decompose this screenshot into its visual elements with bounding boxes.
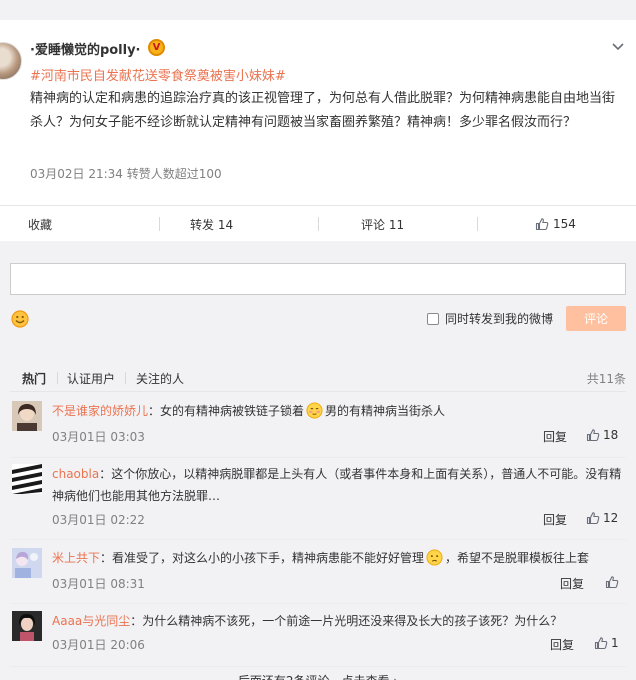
shy-emoji-icon xyxy=(306,402,323,419)
thumbs-up-icon xyxy=(535,218,549,231)
comment-time: 03月01日 02:22 xyxy=(52,513,145,527)
emoji-picker-icon[interactable] xyxy=(11,310,29,328)
post-action-bar: 收藏 转发 14 评论 11 154 xyxy=(0,205,636,241)
commenter-name[interactable]: Aaaa与光同尘 xyxy=(52,614,130,628)
tab-hot[interactable]: 热门 xyxy=(22,370,46,387)
comment-like-button[interactable]: 1 xyxy=(594,636,619,650)
divider xyxy=(477,217,478,231)
comment-text: 米上共下：看准受了，对这么小的小孩下手，精神病患能不能好好管理 ，希望不是脱罪模板… xyxy=(52,549,590,566)
like-button[interactable]: 154 xyxy=(535,206,576,242)
tab-verified-users[interactable]: 认证用户 xyxy=(67,370,115,387)
reply-button[interactable]: 回复 xyxy=(550,636,574,653)
comment-item: 不是谁家的娇娇儿：女的有精神病被铁链子锁着 男的有精神病当街杀人 03月01日 0… xyxy=(10,401,626,458)
comment-button[interactable]: 评论 11 xyxy=(361,206,404,242)
favorite-button[interactable]: 收藏 xyxy=(28,206,52,242)
submit-comment-button[interactable]: 评论 xyxy=(566,306,626,331)
comment-item: 米上共下：看准受了，对这么小的小孩下手，精神病患能不能好好管理 ，希望不是脱罪模板… xyxy=(10,548,626,604)
commenter-avatar[interactable] xyxy=(12,464,42,494)
comment-text: Aaaa与光同尘：为什么精神病不该死，一个前途一片光明还没来得及长大的孩子该死？… xyxy=(52,614,563,628)
commenter-name[interactable]: 米上共下 xyxy=(52,551,100,565)
comment-like-button[interactable]: 12 xyxy=(586,511,618,525)
worried-emoji-icon xyxy=(426,549,443,566)
comment-textarea[interactable] xyxy=(10,263,626,295)
thumbs-up-icon xyxy=(594,637,608,650)
tab-following[interactable]: 关注的人 xyxy=(136,370,184,387)
comment-text: chaobla：这个你放心，以精神病脱罪都是上头有人（或者事件本身和上面有关系）… xyxy=(52,467,622,503)
comment-total: 共11条 xyxy=(586,372,626,386)
commenter-name[interactable]: chaobla xyxy=(52,467,99,481)
thumbs-up-icon xyxy=(586,512,600,525)
thumbs-up-icon xyxy=(605,576,619,589)
commenter-avatar[interactable] xyxy=(12,548,42,578)
reply-button[interactable]: 回复 xyxy=(560,575,584,592)
comment-item: Aaaa与光同尘：为什么精神病不该死，一个前途一片光明还没来得及长大的孩子该死？… xyxy=(10,611,626,667)
thumbs-up-icon xyxy=(586,429,600,442)
comment-section: 热门 认证用户 关注的人 共11条 不是谁家的娇娇儿：女的有精神病被铁链子锁着男… xyxy=(0,356,636,680)
reply-button[interactable]: 回复 xyxy=(543,511,567,528)
post-topic-link[interactable]: #河南市民自发献花送零食祭奠被害小妹妹# xyxy=(30,65,286,84)
comment-like-button[interactable]: 18 xyxy=(586,428,618,442)
comment-time: 03月01日 03:03 xyxy=(52,430,145,444)
comment-tabs: 热门 认证用户 关注的人 共11条 xyxy=(10,364,626,392)
post-username[interactable]: ·爱睡懒觉的polly· xyxy=(30,39,141,58)
commenter-avatar[interactable] xyxy=(12,401,42,431)
comment-like-button[interactable] xyxy=(605,575,619,589)
comment-time: 03月01日 08:31 xyxy=(52,577,145,591)
commenter-name[interactable]: 不是谁家的娇娇儿 xyxy=(52,404,148,418)
comment-compose: 同时转发到我的微博 评论 xyxy=(0,246,636,356)
post-card: ·爱睡懒觉的polly· V #河南市民自发献花送零食祭奠被害小妹妹# 精神病的… xyxy=(0,20,636,241)
divider xyxy=(57,372,58,384)
forward-label: 同时转发到我的微博 xyxy=(445,312,554,326)
commenter-avatar[interactable] xyxy=(12,611,42,641)
comment-like-count: 18 xyxy=(603,428,619,442)
divider xyxy=(159,217,160,231)
divider xyxy=(318,217,319,231)
forward-option[interactable]: 同时转发到我的微博 xyxy=(427,310,553,327)
post-text: 精神病的认定和病患的追踪治疗真的该正视管理了，为何总有人借此脱罪？为何精神病患能… xyxy=(30,91,616,130)
post-meta[interactable]: 03月02日 21:34 转赞人数超过100 xyxy=(30,165,222,182)
more-comments-link[interactable]: 后面还有2条评论，点击查看 › xyxy=(0,672,636,680)
comment-text: 不是谁家的娇娇儿：女的有精神病被铁链子锁着 男的有精神病当街杀人 xyxy=(52,402,446,419)
like-count: 154 xyxy=(553,217,576,231)
comment-like-count: 12 xyxy=(603,511,619,525)
top-strip xyxy=(0,0,636,20)
verified-badge-icon: V xyxy=(148,39,165,56)
comment-time: 03月01日 20:06 xyxy=(52,638,145,652)
user-avatar[interactable] xyxy=(0,42,22,80)
divider xyxy=(125,372,126,384)
chevron-down-icon[interactable] xyxy=(610,40,626,54)
repost-button[interactable]: 转发 14 xyxy=(190,206,233,242)
comment-item: chaobla：这个你放心，以精神病脱罪都是上头有人（或者事件本身和上面有关系）… xyxy=(10,464,626,540)
comment-like-count: 1 xyxy=(611,636,619,650)
forward-checkbox[interactable] xyxy=(427,312,439,325)
reply-button[interactable]: 回复 xyxy=(543,428,567,445)
